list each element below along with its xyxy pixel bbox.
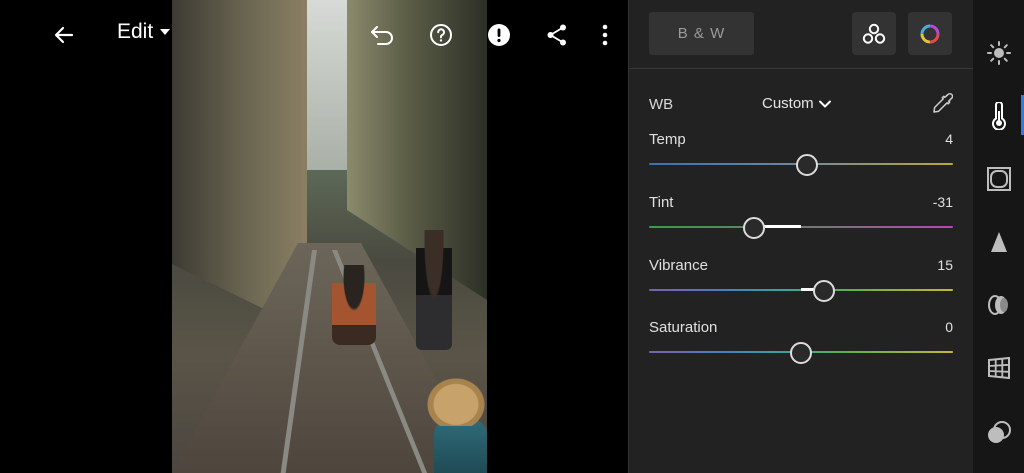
temp-value: 4 xyxy=(945,131,953,147)
photo-canvas[interactable] xyxy=(0,0,628,473)
rail-optics-button[interactable] xyxy=(973,283,1024,327)
wb-preset-value: Custom xyxy=(762,95,814,112)
color-panel: B & W WB Custom Temp 4 Tint -31 Vibrance… xyxy=(628,0,973,473)
tint-track[interactable] xyxy=(649,226,953,228)
rail-effects-button[interactable] xyxy=(973,157,1024,201)
help-icon xyxy=(430,24,452,46)
help-button[interactable] xyxy=(424,18,458,52)
wb-label: WB xyxy=(649,96,674,113)
exclamation-icon xyxy=(488,24,510,46)
tint-knob[interactable] xyxy=(742,217,765,239)
rail-color-button[interactable] xyxy=(973,94,1024,138)
tint-value: -31 xyxy=(932,194,953,210)
masking-icon xyxy=(987,421,1011,443)
alert-button[interactable] xyxy=(482,18,516,52)
panel-divider xyxy=(629,68,973,69)
wb-eyedropper-button[interactable] xyxy=(931,92,954,119)
photo-standing-man xyxy=(416,230,452,350)
vibrance-label: Vibrance xyxy=(649,257,708,274)
share-icon xyxy=(547,24,566,46)
undo-button[interactable] xyxy=(366,18,400,52)
geometry-icon xyxy=(987,356,1010,380)
edit-mode-selector[interactable]: Edit xyxy=(117,20,171,44)
temp-knob[interactable] xyxy=(796,154,819,176)
color-temperature-icon xyxy=(991,102,1006,130)
vibrance-value: 15 xyxy=(937,257,953,273)
photo-seated-woman xyxy=(332,265,376,345)
rail-masking-button[interactable] xyxy=(973,411,1024,455)
edit-mode-label: Edit xyxy=(117,20,154,43)
effects-icon xyxy=(986,167,1011,191)
detail-icon xyxy=(990,232,1007,252)
tint-label: Tint xyxy=(649,194,674,211)
share-button[interactable] xyxy=(540,18,574,52)
color-mix-button[interactable] xyxy=(852,12,896,55)
optics-icon xyxy=(987,295,1008,315)
vibrance-knob[interactable] xyxy=(812,280,835,302)
chevron-down-icon xyxy=(818,100,831,107)
light-icon xyxy=(986,41,1011,65)
caret-down-icon xyxy=(160,29,171,35)
lightroom-editor: Edit B & W WB Custom Temp 4 Tint -31 Vib… xyxy=(0,0,1024,473)
photo-child xyxy=(434,420,487,473)
photo-straw-hat xyxy=(427,378,485,426)
back-button[interactable] xyxy=(48,18,80,52)
white-balance-row: WB Custom xyxy=(649,92,954,119)
back-arrow-icon xyxy=(54,26,74,44)
temp-label: Temp xyxy=(649,131,686,148)
temp-slider[interactable]: Temp 4 xyxy=(649,131,953,176)
rail-detail-button[interactable] xyxy=(973,220,1024,264)
tint-slider[interactable]: Tint -31 xyxy=(649,194,953,239)
more-vertical-icon xyxy=(602,24,608,46)
color-wheel-icon xyxy=(920,24,940,43)
saturation-knob[interactable] xyxy=(790,342,812,364)
saturation-slider[interactable]: Saturation 0 xyxy=(649,319,953,364)
color-grading-button[interactable] xyxy=(908,12,952,55)
wb-preset-dropdown[interactable]: Custom xyxy=(762,95,831,112)
tool-rail xyxy=(973,0,1024,473)
undo-icon xyxy=(371,26,393,45)
rail-geometry-button[interactable] xyxy=(973,346,1024,390)
top-toolbar: Edit xyxy=(0,0,628,68)
vibrance-slider[interactable]: Vibrance 15 xyxy=(649,257,953,302)
edited-photo[interactable] xyxy=(172,0,487,473)
saturation-value: 0 xyxy=(945,319,953,335)
black-white-button[interactable]: B & W xyxy=(649,12,754,55)
rail-light-button[interactable] xyxy=(973,31,1024,75)
color-mix-icon xyxy=(862,23,886,44)
eyedropper-icon xyxy=(933,93,954,113)
saturation-label: Saturation xyxy=(649,319,718,336)
more-options-button[interactable] xyxy=(590,18,620,52)
